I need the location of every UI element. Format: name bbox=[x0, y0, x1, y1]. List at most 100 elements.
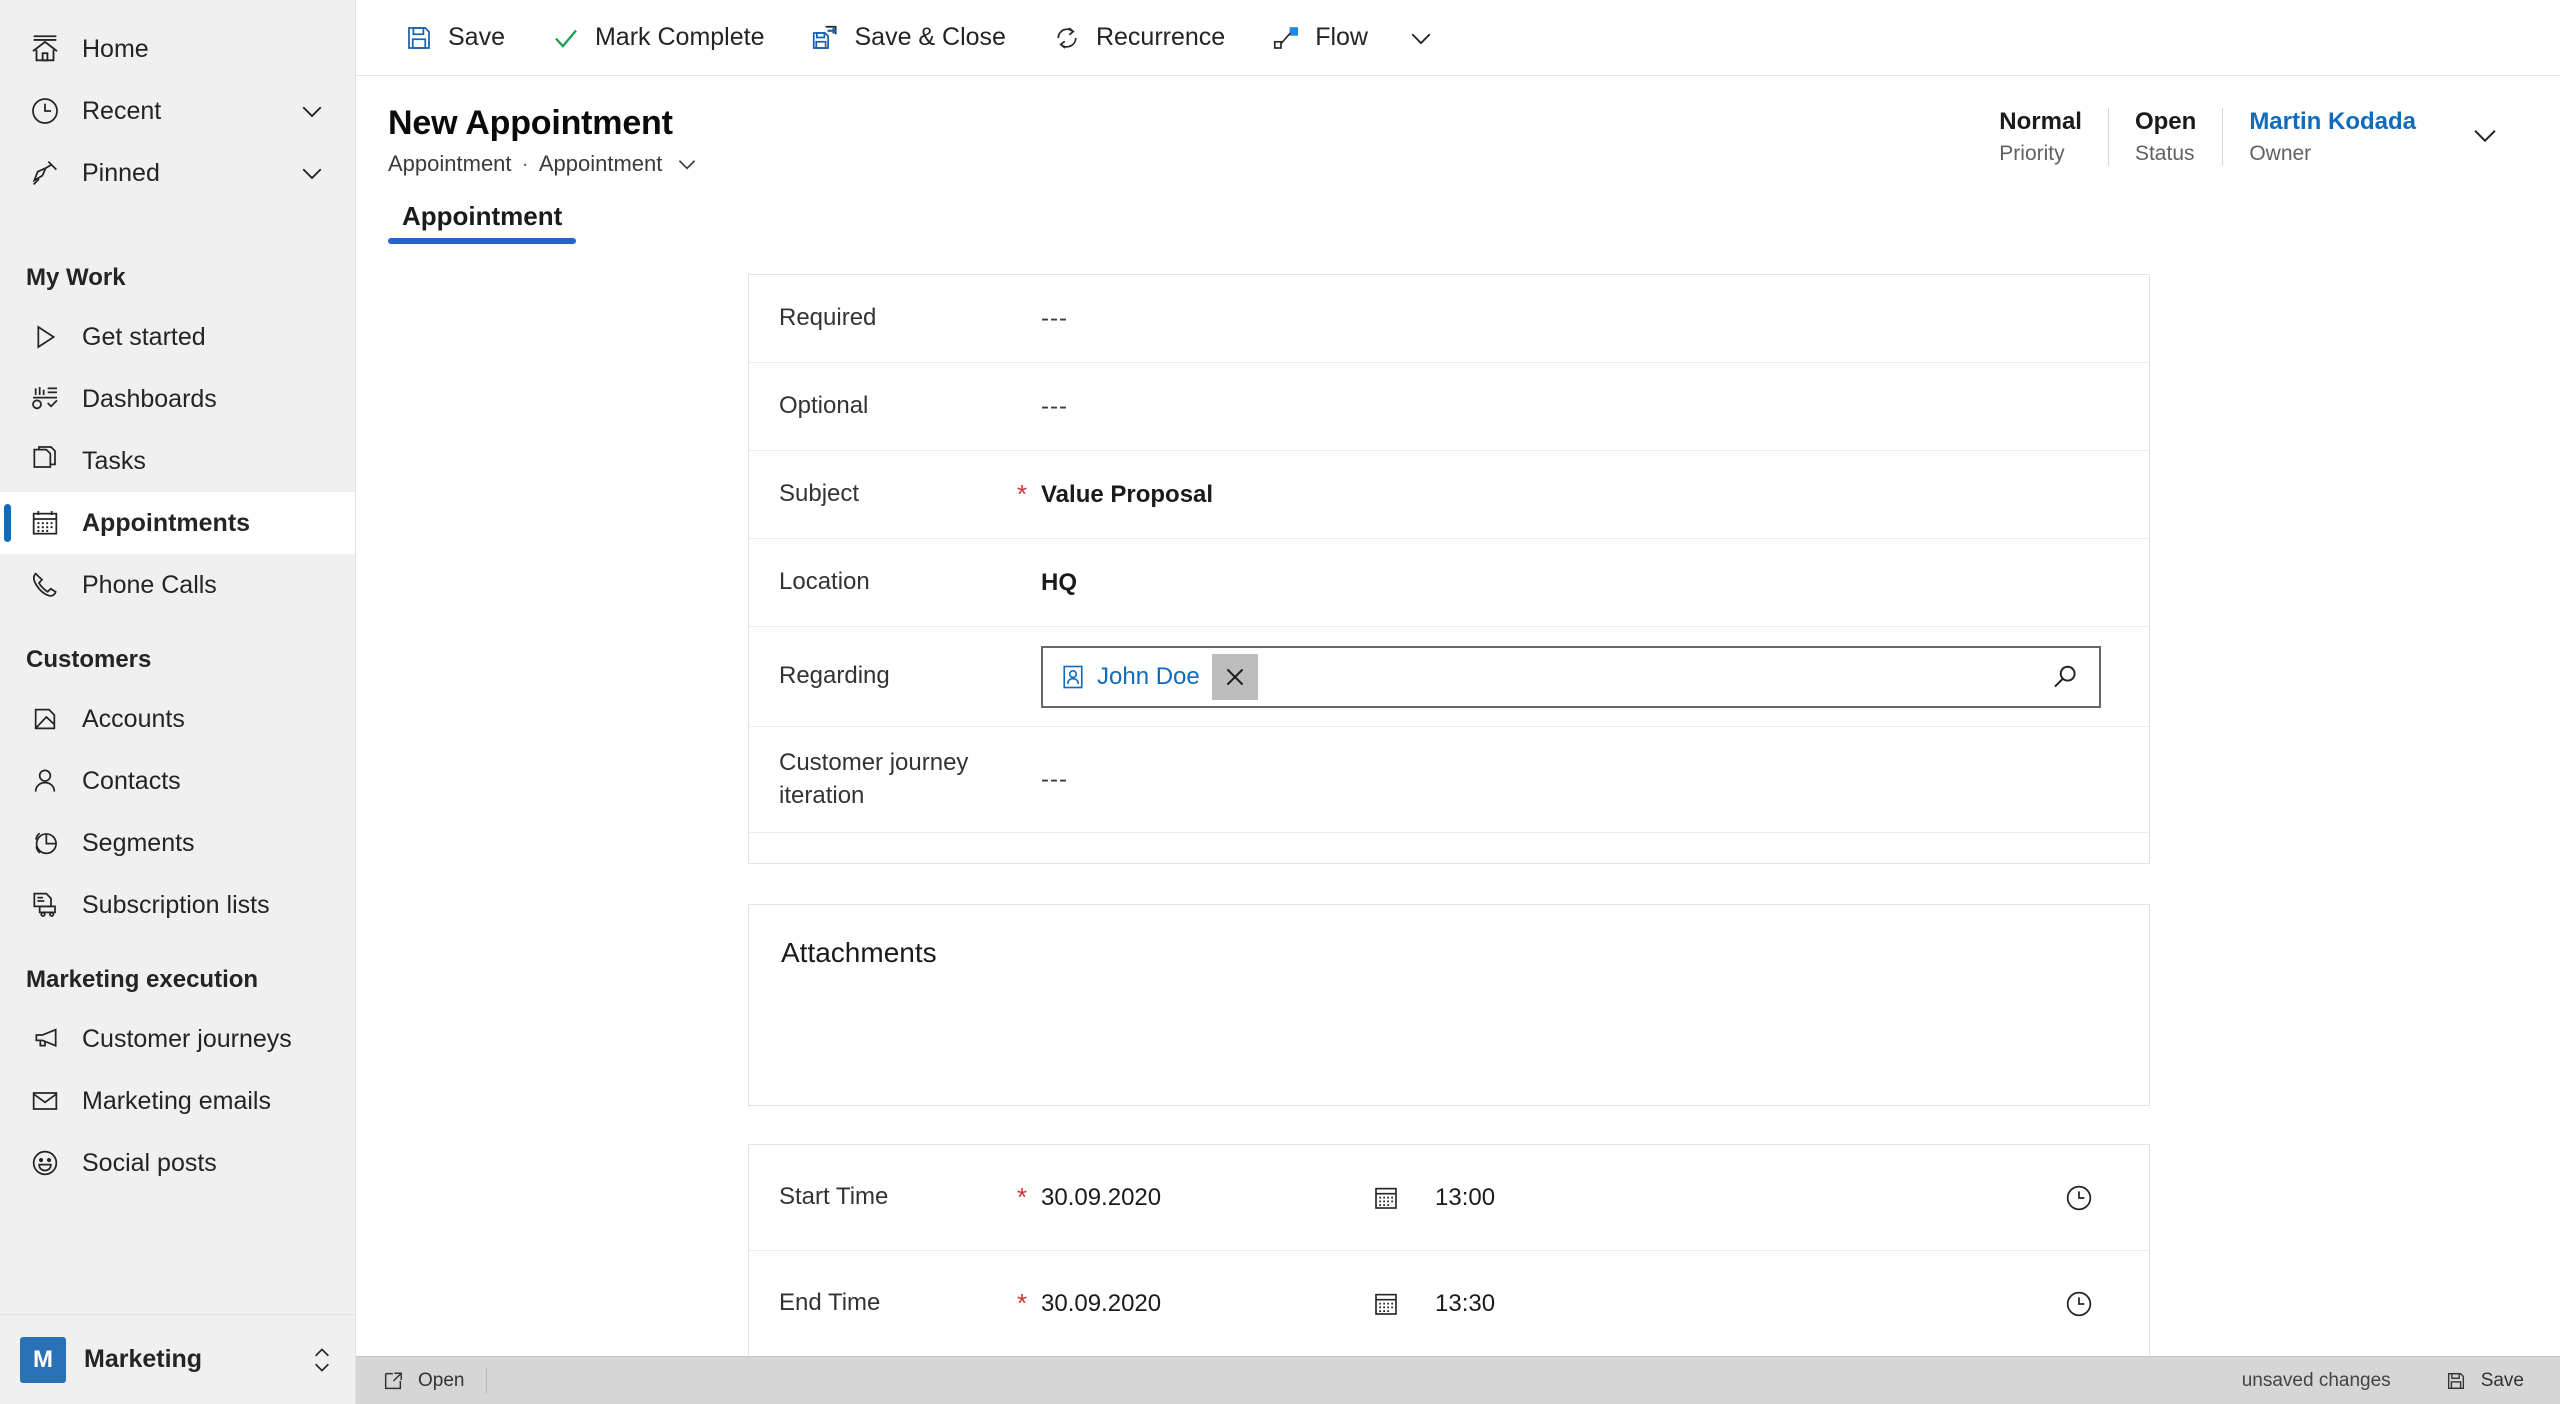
dashboard-icon bbox=[22, 376, 68, 422]
regarding-lookup-input[interactable]: John Doe bbox=[1041, 645, 2101, 708]
field-value-location[interactable]: HQ bbox=[1041, 569, 1077, 597]
open-label: Open bbox=[418, 1369, 465, 1391]
clock-icon[interactable] bbox=[2063, 1288, 2119, 1320]
sidebar-item-home[interactable]: Home bbox=[0, 18, 355, 80]
field-value-optional[interactable]: --- bbox=[1041, 393, 1068, 421]
envelope-icon bbox=[22, 1078, 68, 1124]
clock-icon[interactable] bbox=[2063, 1182, 2119, 1214]
sidebar-item-recent[interactable]: Recent bbox=[0, 80, 355, 142]
start-date-input[interactable]: 30.09.2020 bbox=[1041, 1184, 1371, 1212]
sidebar-item-label: Subscription lists bbox=[82, 890, 270, 919]
field-label: Customer journey iteration bbox=[779, 749, 969, 809]
field-value-customer-journey-iteration[interactable]: --- bbox=[1041, 766, 1068, 794]
field-row-start-time: Start Time * 30.09.2020 13:00 bbox=[749, 1145, 2149, 1251]
sidebar-item-label: Tasks bbox=[82, 446, 146, 475]
footer-right: unsaved changes Save bbox=[2242, 1370, 2536, 1392]
field-label: Location bbox=[779, 568, 870, 596]
sidebar-item-appointments[interactable]: Appointments bbox=[0, 492, 355, 554]
required-indicator: * bbox=[1009, 303, 1035, 334]
tasks-icon bbox=[22, 438, 68, 484]
start-time-input[interactable]: 13:00 bbox=[1435, 1184, 1765, 1212]
sidebar-item-pinned[interactable]: Pinned bbox=[0, 142, 355, 204]
end-date-input[interactable]: 30.09.2020 bbox=[1041, 1290, 1371, 1318]
recurrence-button[interactable]: Recurrence bbox=[1034, 8, 1243, 68]
contact-card-icon bbox=[1059, 663, 1087, 691]
segments-icon bbox=[22, 820, 68, 866]
page-header: New Appointment Appointment · Appointmen… bbox=[356, 76, 2560, 177]
header-expand-chevron-down-icon[interactable] bbox=[2442, 108, 2520, 152]
account-icon bbox=[22, 696, 68, 742]
owner-field[interactable]: Martin Kodada Owner bbox=[2222, 108, 2442, 166]
footer-save-button[interactable]: Save bbox=[2433, 1370, 2536, 1392]
field-row-required: Required * --- bbox=[749, 275, 2149, 363]
field-row-regarding: Regarding * John Doe bbox=[749, 627, 2149, 727]
app-badge: M bbox=[20, 1336, 66, 1383]
appointment-details-card: Required * --- Optional * --- Subject * … bbox=[748, 274, 2150, 864]
sidebar-item-tasks[interactable]: Tasks bbox=[0, 430, 355, 492]
flow-button[interactable]: Flow bbox=[1253, 8, 1386, 68]
field-value-required[interactable]: --- bbox=[1041, 305, 1068, 333]
sidebar-item-label: Appointments bbox=[82, 508, 251, 537]
calendar-icon bbox=[22, 500, 68, 546]
sidebar-item-subscription-lists[interactable]: Subscription lists bbox=[0, 874, 355, 936]
save-button[interactable]: Save bbox=[386, 8, 523, 68]
sidebar-item-customer-journeys[interactable]: Customer journeys bbox=[0, 1008, 355, 1070]
calendar-icon[interactable] bbox=[1371, 1289, 1435, 1319]
priority-label: Priority bbox=[1999, 142, 2065, 165]
save-and-close-button[interactable]: Save & Close bbox=[792, 8, 1023, 68]
calendar-icon[interactable] bbox=[1371, 1183, 1435, 1213]
app-switcher-chevrons-icon[interactable] bbox=[309, 1343, 335, 1377]
mark-complete-button[interactable]: Mark Complete bbox=[533, 8, 783, 68]
lookup-pill[interactable]: John Doe bbox=[1051, 653, 1258, 700]
sidebar-item-phone-calls[interactable]: Phone Calls bbox=[0, 554, 355, 616]
search-icon[interactable] bbox=[2049, 661, 2081, 693]
status-footer: Open unsaved changes Save bbox=[356, 1356, 2560, 1404]
sidebar-item-label: Home bbox=[82, 34, 149, 63]
sidebar-item-label: Customer journeys bbox=[82, 1024, 292, 1053]
form-selector-chevron-down-icon[interactable] bbox=[674, 151, 700, 177]
owner-value[interactable]: Martin Kodada bbox=[2249, 108, 2416, 136]
breadcrumb: Appointment · Appointment bbox=[388, 151, 700, 177]
required-indicator: * bbox=[1009, 391, 1035, 422]
breadcrumb-separator: · bbox=[521, 151, 529, 176]
tab-appointment[interactable]: Appointment bbox=[388, 195, 577, 244]
save-icon bbox=[2445, 1370, 2467, 1392]
sidebar-item-marketing-emails[interactable]: Marketing emails bbox=[0, 1070, 355, 1132]
sidebar-item-accounts[interactable]: Accounts bbox=[0, 688, 355, 750]
pin-icon bbox=[22, 150, 68, 196]
sidebar-item-contacts[interactable]: Contacts bbox=[0, 750, 355, 812]
form-tabs: Appointment bbox=[356, 195, 2560, 244]
main-region: Save Mark Complete Save & Close Recurren… bbox=[356, 0, 2560, 1404]
sidebar-item-dashboards[interactable]: Dashboards bbox=[0, 368, 355, 430]
status-label: Status bbox=[2134, 142, 2195, 165]
command-label: Save & Close bbox=[854, 23, 1006, 51]
sidebar-scroll-region: Home Recent Pinned My Work Get started D… bbox=[0, 0, 355, 1314]
sidebar-item-get-started[interactable]: Get started bbox=[0, 306, 355, 368]
field-label: Optional bbox=[779, 392, 869, 420]
attachments-dropzone[interactable] bbox=[749, 969, 2149, 1105]
chevron-down-icon[interactable] bbox=[297, 96, 327, 126]
breadcrumb-entity[interactable]: Appointment bbox=[388, 151, 512, 177]
title-block: New Appointment Appointment · Appointmen… bbox=[388, 104, 700, 177]
open-record-button[interactable]: Open bbox=[370, 1370, 476, 1392]
sidebar-item-segments[interactable]: Segments bbox=[0, 812, 355, 874]
flow-icon bbox=[1271, 23, 1301, 53]
status-value: Open bbox=[2134, 108, 2197, 135]
breadcrumb-form[interactable]: Appointment bbox=[539, 151, 663, 177]
sidebar-item-social-posts[interactable]: Social posts bbox=[0, 1132, 355, 1194]
app-switcher[interactable]: M Marketing bbox=[0, 1314, 355, 1404]
field-value-subject[interactable]: Value Proposal bbox=[1041, 481, 1213, 509]
status-field[interactable]: Open Status bbox=[2107, 108, 2222, 166]
command-label: Save bbox=[448, 23, 505, 51]
home-icon bbox=[22, 26, 68, 72]
required-indicator: * bbox=[1016, 1288, 1028, 1318]
close-icon[interactable] bbox=[1211, 653, 1258, 700]
field-row-customer-journey-iteration: Customer journey iteration * --- bbox=[749, 727, 2149, 833]
command-overflow-chevron-down-icon[interactable] bbox=[1396, 23, 1446, 53]
end-time-input[interactable]: 13:30 bbox=[1435, 1290, 1765, 1318]
required-indicator: * bbox=[1016, 479, 1028, 509]
priority-field[interactable]: Normal Priority bbox=[1973, 108, 2108, 166]
lookup-pill-text[interactable]: John Doe bbox=[1097, 663, 1212, 691]
chevron-down-icon[interactable] bbox=[297, 158, 327, 188]
owner-label: Owner bbox=[2249, 142, 2312, 165]
